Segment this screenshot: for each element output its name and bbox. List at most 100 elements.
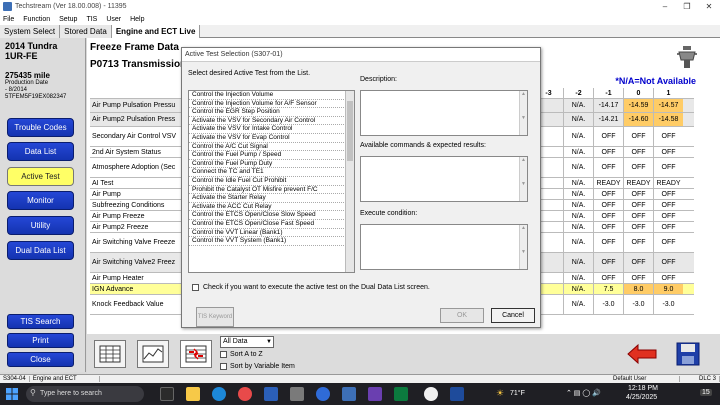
app-icon[interactable] <box>316 387 330 401</box>
edge-icon[interactable] <box>212 387 226 401</box>
sort-az-checkbox[interactable] <box>220 351 227 358</box>
active-test-item[interactable]: Prohibit the Catalyst OT Misfire prevent… <box>189 186 354 195</box>
store-icon[interactable] <box>264 387 278 401</box>
cancel-button[interactable]: Cancel <box>491 308 535 323</box>
active-test-item[interactable]: Activate the Starter Relay <box>189 194 354 203</box>
value-cell: N/A. <box>563 284 593 294</box>
active-test-item[interactable]: Control the Injection Volume for A/F Sen… <box>189 100 354 109</box>
data-list-button[interactable]: Data List <box>7 142 74 161</box>
data-filter-select[interactable]: All Data ▼ <box>220 336 274 348</box>
active-test-list[interactable]: Control the Injection Volume Control the … <box>188 90 355 273</box>
parameter-name: Air Pump <box>92 190 121 198</box>
value-cell: OFF <box>623 189 653 199</box>
value-cell: OFF <box>653 127 683 146</box>
windows-start-icon[interactable] <box>6 388 18 400</box>
active-test-item[interactable]: Control the Fuel Pump / Speed <box>189 151 354 160</box>
sort-variable-checkbox[interactable] <box>220 363 227 370</box>
active-test-item[interactable]: Control the ETCS Open/Close Slow Speed <box>189 211 354 220</box>
parameter-name: Air Switching Valve2 Freez <box>92 259 176 266</box>
utility-button[interactable]: Utility <box>7 216 74 235</box>
value-cell: OFF <box>593 189 623 199</box>
tis-search-button[interactable]: TIS Search <box>7 314 74 329</box>
execute-condition-label: Execute condition: <box>360 210 418 217</box>
active-test-item[interactable]: Connect the TC and TE1 <box>189 168 354 177</box>
dual-data-list-checkbox-row[interactable]: Check if you want to execute the active … <box>192 284 430 291</box>
menu-tis[interactable]: TIS <box>86 16 97 23</box>
menu-user[interactable]: User <box>106 16 121 23</box>
value-cell: N/A. <box>563 253 593 272</box>
trouble-codes-button[interactable]: Trouble Codes <box>7 118 74 137</box>
value-cell: OFF <box>623 253 653 272</box>
teams-icon[interactable] <box>368 387 382 401</box>
tis-keyword-button[interactable]: TIS Keyword <box>196 307 234 327</box>
active-test-item[interactable]: Control the VVT Linear (Bank1) <box>189 229 354 238</box>
column-header: -1 <box>593 88 623 98</box>
engine-icon <box>677 46 697 68</box>
chrome-icon[interactable] <box>238 387 252 401</box>
taskbar-search[interactable]: Type here to search <box>26 386 144 402</box>
maximize-icon[interactable]: ❐ <box>676 2 698 11</box>
active-test-item[interactable]: Activate the VSV for Evap Control <box>189 134 354 143</box>
mail-icon[interactable] <box>290 387 304 401</box>
swap-view-button[interactable] <box>180 340 212 368</box>
menu-setup[interactable]: Setup <box>59 16 77 23</box>
back-button[interactable] <box>625 340 659 368</box>
teamviewer-icon[interactable] <box>424 387 438 401</box>
clock-time[interactable]: 12:18 PM <box>628 385 658 392</box>
active-test-item[interactable]: Activate the VSV for Intake Control <box>189 125 354 134</box>
dual-data-list-button[interactable]: Dual Data List <box>7 241 74 260</box>
menu-file[interactable]: File <box>3 16 14 23</box>
graph-icon <box>142 345 164 363</box>
back-arrow-icon <box>627 343 657 365</box>
active-test-item[interactable]: Control the Idle Fuel Cut Prohibit <box>189 177 354 186</box>
save-button[interactable] <box>672 340 704 368</box>
menu-help[interactable]: Help <box>130 16 144 23</box>
active-test-item[interactable]: Control the ETCS Open/Close Fast Speed <box>189 220 354 229</box>
monitor-button[interactable]: Monitor <box>7 191 74 210</box>
left-panel: 2014 Tundra 1UR-FE 275435 mile Productio… <box>0 38 86 372</box>
value-cell: OFF <box>593 222 623 232</box>
active-test-item[interactable]: Control the Fuel Pump Duty <box>189 160 354 169</box>
value-cell: 8.0 <box>623 284 653 294</box>
active-test-item[interactable]: Control the A/C Cut Signal <box>189 143 354 152</box>
techstream-taskbar-icon[interactable] <box>342 387 356 401</box>
ok-button[interactable]: OK <box>440 308 484 323</box>
task-view-icon[interactable] <box>160 387 174 401</box>
value-cell: READY <box>653 178 683 188</box>
active-test-item[interactable]: Activate the VSV for Secondary Air Contr… <box>189 117 354 126</box>
clock-date[interactable]: 4/25/2025 <box>626 394 657 401</box>
sort-variable-option[interactable]: Sort by Variable Item <box>220 363 295 370</box>
value-cell: -3.0 <box>593 295 623 314</box>
file-explorer-icon[interactable] <box>186 387 200 401</box>
excel-icon[interactable] <box>394 387 408 401</box>
weather-temp[interactable]: 71°F <box>510 390 525 397</box>
dual-data-list-checkbox[interactable] <box>192 284 199 291</box>
close-icon[interactable]: ✕ <box>698 2 720 11</box>
system-tray-icons[interactable]: ⌃ ▤ ◯ 🔊 <box>566 389 601 397</box>
close-button[interactable]: Close <box>7 352 74 367</box>
active-test-item[interactable]: Control the Injection Volume <box>189 91 354 100</box>
notification-badge[interactable]: 15 <box>700 389 712 396</box>
tab-stored-data[interactable]: Stored Data <box>60 25 112 38</box>
vehicle-engine: 1UR-FE <box>5 51 38 61</box>
active-test-item[interactable]: Activate the ACC Cut Relay <box>189 203 354 212</box>
active-test-item[interactable]: Control the VVT System (Bank1) <box>189 237 354 246</box>
active-test-item[interactable]: Control the EGR Step Position <box>189 108 354 117</box>
active-test-button[interactable]: Active Test <box>7 167 74 186</box>
tab-engine-ect-live[interactable]: Engine and ECT Live <box>111 25 201 38</box>
value-cell: 7.5 <box>593 284 623 294</box>
minimize-icon[interactable]: – <box>654 2 676 11</box>
menu-function[interactable]: Function <box>23 16 50 23</box>
vehicle-info: 2014 Tundra 1UR-FE 275435 mile Productio… <box>0 38 85 104</box>
list-scrollbar[interactable] <box>345 91 354 272</box>
word-icon[interactable] <box>450 387 464 401</box>
window-title: Techstream (Ver 18.00.008) - 11395 <box>15 3 127 10</box>
sort-az-option[interactable]: Sort A to Z <box>220 351 263 358</box>
value-cell: N/A. <box>563 99 593 112</box>
parameter-name: Secondary Air Control VSV <box>92 133 177 140</box>
main-tabs: System Select Stored Data Engine and ECT… <box>0 25 720 38</box>
graph-view-button[interactable] <box>137 340 169 368</box>
data-list-view-button[interactable] <box>94 340 126 368</box>
print-button[interactable]: Print <box>7 333 74 348</box>
tab-system-select[interactable]: System Select <box>0 25 61 38</box>
